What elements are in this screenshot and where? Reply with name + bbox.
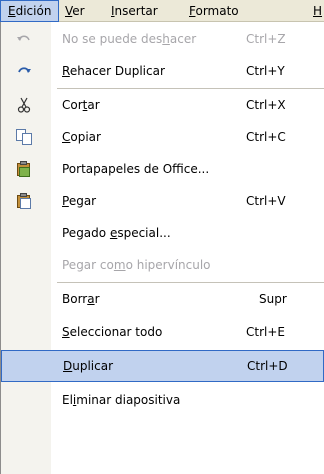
menu-item-label: Duplicar (63, 359, 114, 373)
menu-item-label: No se puede deshacer (62, 32, 197, 46)
menu-item-shortcut: Ctrl+Y (246, 64, 285, 78)
menu-item-label: Pegado especial... (62, 226, 171, 240)
menu-item-label: Seleccionar todo (62, 325, 163, 339)
menu-item-undo: No se puede deshacer Ctrl+Z (1, 23, 324, 55)
menu-item-paste[interactable]: Pegar Ctrl+V (1, 185, 324, 217)
copy-icon (15, 128, 33, 146)
paste-icon (15, 192, 33, 210)
menu-ver[interactable]: Ver (58, 0, 92, 22)
menu-item-label: Eliminar diapositiva (62, 393, 181, 407)
menu-item-label: Copiar (62, 130, 101, 144)
menu-item-label: Portapapeles de Office... (62, 162, 210, 176)
menu-item-shortcut: Ctrl+X (246, 98, 286, 112)
menu-edicion[interactable]: Edición (0, 0, 60, 22)
scissors-icon (15, 96, 33, 114)
menu-item-shortcut: Ctrl+D (247, 359, 288, 373)
menu-insertar[interactable]: Insertar (104, 0, 165, 22)
menu-item-shortcut: Ctrl+V (246, 194, 286, 208)
menu-item-cut[interactable]: Cortar Ctrl+X (1, 89, 324, 121)
menu-item-shortcut: Supr (259, 292, 287, 306)
undo-icon (15, 30, 33, 48)
office-clipboard-icon (15, 160, 33, 178)
menu-item-paste-as-hyperlink: Pegar como hipervínculo (1, 249, 324, 281)
menu-item-label: Cortar (62, 98, 100, 112)
menu-item-label: Borrar (62, 292, 100, 306)
menu-item-paste-special[interactable]: Pegado especial... (1, 217, 324, 249)
menu-item-delete-slide[interactable]: Eliminar diapositiva (1, 384, 324, 416)
menu-item-label: Pegar como hipervínculo (62, 258, 211, 272)
redo-icon (15, 62, 33, 80)
menu-item-clear[interactable]: Borrar Supr (1, 283, 324, 315)
menu-item-redo[interactable]: Rehacer Duplicar Ctrl+Y (1, 55, 324, 87)
menu-herramientas[interactable]: H (306, 0, 324, 22)
menu-item-shortcut: Ctrl+Z (246, 32, 286, 46)
menu-item-select-all[interactable]: Seleccionar todo Ctrl+E (1, 316, 324, 348)
menu-item-office-clipboard[interactable]: Portapapeles de Office... (1, 153, 324, 185)
menu-item-shortcut: Ctrl+E (246, 325, 285, 339)
menu-item-copy[interactable]: Copiar Ctrl+C (1, 121, 324, 153)
menu-item-label: Pegar (62, 194, 97, 208)
menu-item-shortcut: Ctrl+C (246, 130, 286, 144)
menu-formato[interactable]: Formato (182, 0, 246, 22)
menu-item-label: Rehacer Duplicar (62, 64, 165, 78)
edit-dropdown-menu: No se puede deshacer Ctrl+Z Rehacer Dupl… (0, 22, 324, 474)
menu-bar: Edición Ver Insertar Formato H (0, 0, 324, 22)
menu-item-duplicate[interactable]: Duplicar Ctrl+D (1, 350, 324, 382)
